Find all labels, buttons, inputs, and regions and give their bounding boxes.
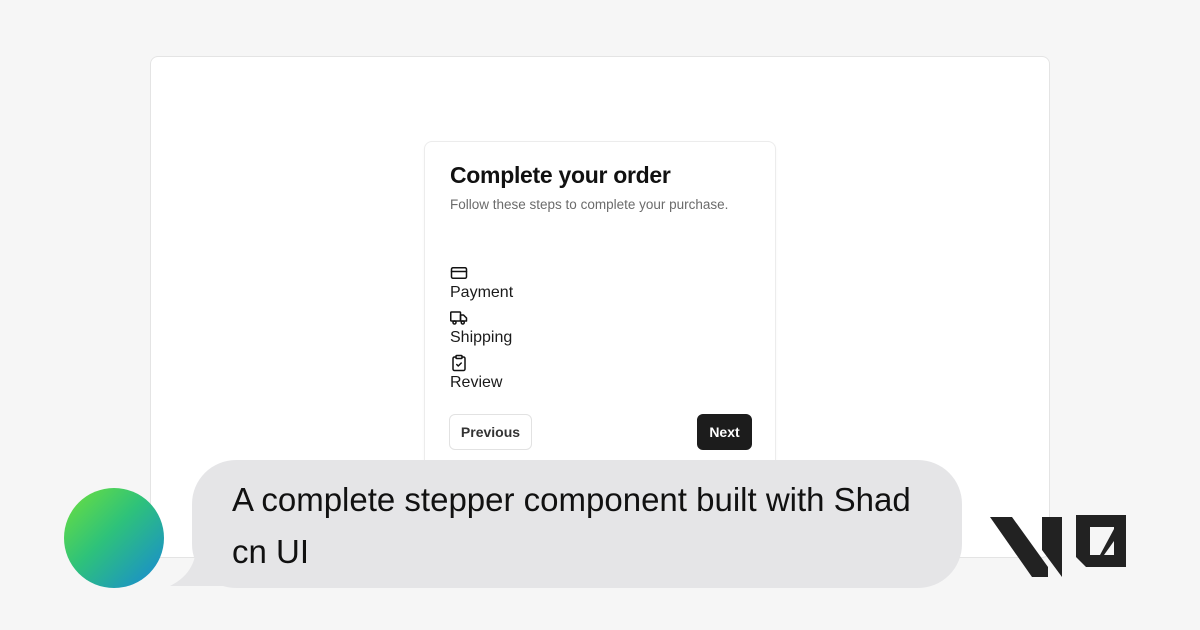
step-label: Review [450, 374, 503, 391]
credit-card-icon [450, 264, 468, 282]
next-button[interactable]: Next [697, 414, 752, 450]
page: Complete your order Follow these steps t… [0, 0, 1200, 630]
stepper-card: Complete your order Follow these steps t… [424, 141, 776, 483]
truck-icon [450, 309, 468, 327]
previous-button[interactable]: Previous [449, 414, 532, 450]
step-label: Shipping [450, 329, 513, 346]
step-payment[interactable]: Payment [450, 264, 750, 307]
avatar [64, 488, 164, 588]
step-review[interactable]: Review [450, 354, 750, 397]
speech-bubble: A complete stepper component built with … [192, 460, 962, 588]
step-shipping[interactable]: Shipping [450, 309, 750, 352]
caption-text: A complete stepper component built with … [232, 481, 911, 570]
stepper: Payment Shipping Review [450, 262, 750, 397]
card-title: Complete your order [450, 162, 671, 188]
clipboard-check-icon [450, 354, 468, 372]
v0-logo-icon [990, 515, 1126, 577]
step-label: Payment [450, 284, 514, 301]
card-description: Follow these steps to complete your purc… [450, 197, 729, 212]
